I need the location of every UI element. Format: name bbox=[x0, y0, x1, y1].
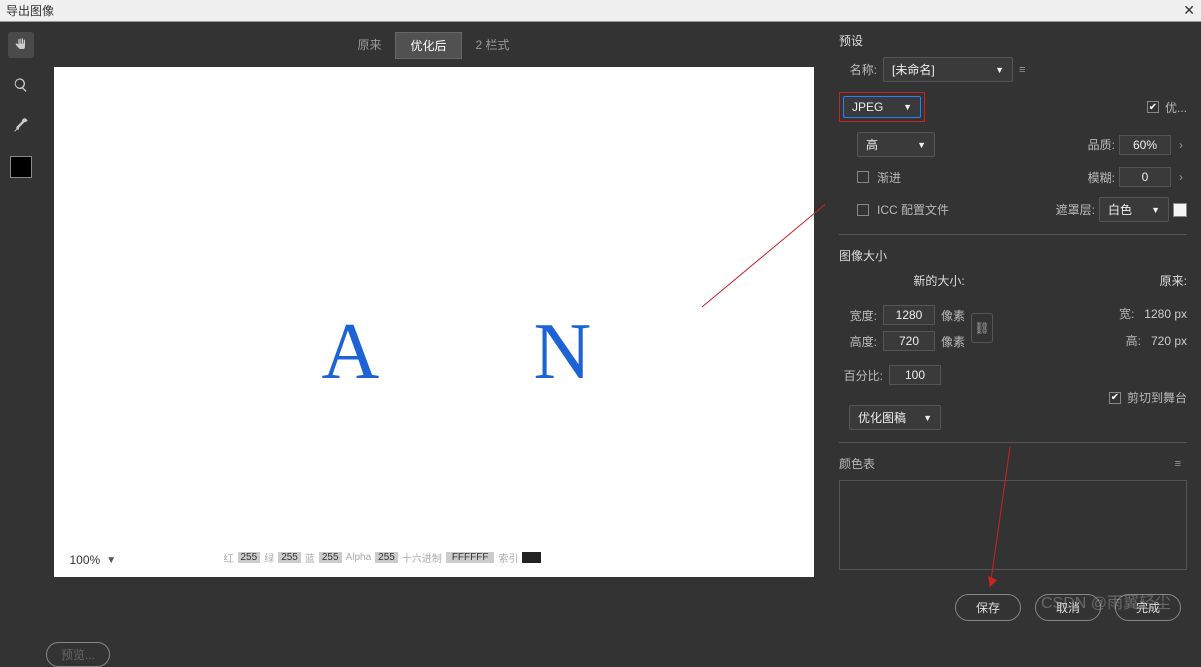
clip-label: 剪切到舞台 bbox=[1127, 389, 1187, 406]
zoom-value: 100% bbox=[70, 553, 101, 567]
color-table bbox=[839, 480, 1187, 570]
window-title: 导出图像 bbox=[6, 2, 54, 19]
zoom-tool-icon[interactable] bbox=[8, 72, 34, 98]
info-a-label: Alpha bbox=[346, 552, 372, 563]
view-tabs: 原来 优化后 2 栏式 bbox=[42, 22, 825, 63]
info-b: 255 bbox=[319, 552, 342, 563]
quality-preset-select[interactable]: 高▼ bbox=[857, 132, 935, 157]
chevron-down-icon: ▼ bbox=[995, 65, 1004, 75]
quality-stepper[interactable]: › bbox=[1175, 138, 1187, 152]
optimize-label: 优... bbox=[1165, 99, 1187, 116]
save-button[interactable]: 保存 bbox=[955, 594, 1021, 621]
info-r: 255 bbox=[238, 552, 261, 563]
blur-input[interactable]: 0 bbox=[1119, 167, 1171, 187]
info-hex: FFFFFF bbox=[446, 552, 495, 563]
eyedropper-tool-icon[interactable] bbox=[8, 112, 34, 138]
preset-title: 预设 bbox=[839, 32, 1187, 49]
hand-tool-icon[interactable] bbox=[8, 32, 34, 58]
height-unit: 像素 bbox=[941, 333, 965, 350]
info-g-label: 绿 bbox=[264, 550, 274, 565]
imagesize-title: 图像大小 bbox=[839, 247, 1187, 264]
preset-menu-icon[interactable]: ≡ bbox=[1019, 64, 1025, 76]
blur-label: 模糊: bbox=[1077, 169, 1115, 186]
canvas-letter-n: N bbox=[534, 307, 592, 398]
matte-label: 遮罩层: bbox=[1049, 201, 1095, 218]
icc-label: ICC 配置文件 bbox=[877, 201, 949, 218]
optimize-art-value: 优化图稿 bbox=[858, 409, 906, 426]
info-g: 255 bbox=[278, 552, 301, 563]
percent-input[interactable]: 100 bbox=[889, 365, 941, 385]
tab-original[interactable]: 原来 bbox=[343, 32, 395, 59]
dialog-buttons: 保存 取消 完成 bbox=[955, 594, 1181, 621]
matte-value: 白色 bbox=[1108, 201, 1132, 218]
title-bar: 导出图像 ✕ bbox=[0, 0, 1201, 22]
preview-button[interactable]: 预览... bbox=[46, 642, 110, 667]
info-idx: -- bbox=[522, 552, 541, 563]
chevron-down-icon: ▼ bbox=[106, 555, 116, 566]
center-area: 原来 优化后 2 栏式 A N 100% ▼ 红255 绿255 蓝255 Al… bbox=[42, 22, 825, 631]
format-select[interactable]: JPEG ▼ bbox=[843, 96, 921, 118]
done-button[interactable]: 完成 bbox=[1115, 594, 1181, 621]
icc-checkbox[interactable] bbox=[857, 204, 869, 216]
optimize-art-select[interactable]: 优化图稿 ▼ bbox=[849, 405, 941, 430]
quality-input[interactable]: 60% bbox=[1119, 135, 1171, 155]
zoom-select[interactable]: 100% ▼ bbox=[64, 551, 123, 569]
clip-checkbox[interactable] bbox=[1109, 392, 1121, 404]
chevron-down-icon: ▼ bbox=[903, 102, 912, 112]
orig-h: 720 px bbox=[1151, 334, 1187, 348]
toolbar bbox=[0, 22, 42, 631]
colortable-header: 颜色表 ≡ bbox=[839, 455, 1187, 472]
tab-optimized[interactable]: 优化后 bbox=[395, 32, 461, 59]
info-hex-label: 十六进制 bbox=[402, 550, 442, 565]
origsize-title: 原来: bbox=[1160, 272, 1187, 289]
width-label: 宽度: bbox=[839, 307, 877, 324]
width-input[interactable]: 1280 bbox=[883, 305, 935, 325]
blur-stepper[interactable]: › bbox=[1175, 170, 1187, 184]
color-swatch[interactable] bbox=[10, 156, 32, 178]
format-value: JPEG bbox=[852, 100, 883, 114]
matte-swatch[interactable] bbox=[1173, 203, 1187, 217]
info-a: 255 bbox=[375, 552, 398, 563]
info-r-label: 红 bbox=[224, 550, 234, 565]
orig-w-label: 宽: bbox=[1119, 305, 1134, 322]
name-value: [未命名] bbox=[892, 61, 935, 78]
chevron-down-icon: ▼ bbox=[917, 140, 926, 150]
width-unit: 像素 bbox=[941, 307, 965, 324]
color-info-row: 红255 绿255 蓝255 Alpha255 十六进制FFFFFF 索引-- bbox=[224, 550, 542, 565]
preview-canvas: A N 100% ▼ 红255 绿255 蓝255 Alpha255 十六进制F… bbox=[54, 67, 814, 577]
name-label: 名称: bbox=[839, 61, 877, 78]
canvas-letter-a: A bbox=[322, 307, 380, 398]
info-idx-label: 索引 bbox=[498, 550, 518, 565]
chevron-down-icon: ▼ bbox=[923, 413, 932, 423]
height-input[interactable]: 720 bbox=[883, 331, 935, 351]
optimize-checkbox[interactable] bbox=[1147, 101, 1159, 113]
orig-h-label: 高: bbox=[1126, 332, 1141, 349]
format-highlight-box: JPEG ▼ bbox=[839, 92, 925, 122]
colortable-menu-icon[interactable]: ≡ bbox=[1175, 458, 1181, 470]
quality-preset-value: 高 bbox=[866, 136, 878, 153]
link-dimensions-icon[interactable]: ⛓ bbox=[971, 313, 993, 343]
matte-select[interactable]: 白色 ▼ bbox=[1099, 197, 1169, 222]
tab-two-up[interactable]: 2 栏式 bbox=[462, 32, 524, 59]
height-label: 高度: bbox=[839, 333, 877, 350]
chevron-down-icon: ▼ bbox=[1151, 205, 1160, 215]
right-panel: 预设 名称: [未命名]▼ ≡ JPEG▼ 优... 高▼ bbox=[825, 22, 1201, 631]
colortable-title: 颜色表 bbox=[839, 455, 875, 472]
name-select[interactable]: [未命名] ▼ bbox=[883, 57, 1013, 82]
close-icon[interactable]: ✕ bbox=[1183, 2, 1195, 19]
percent-label: 百分比: bbox=[839, 367, 883, 384]
quality-label: 品质: bbox=[1077, 136, 1115, 153]
info-b-label: 蓝 bbox=[305, 550, 315, 565]
progressive-label: 渐进 bbox=[877, 169, 901, 186]
cancel-button[interactable]: 取消 bbox=[1035, 594, 1101, 621]
newsize-title: 新的大小: bbox=[839, 272, 1039, 289]
orig-w: 1280 px bbox=[1144, 307, 1187, 321]
progressive-checkbox[interactable] bbox=[857, 171, 869, 183]
